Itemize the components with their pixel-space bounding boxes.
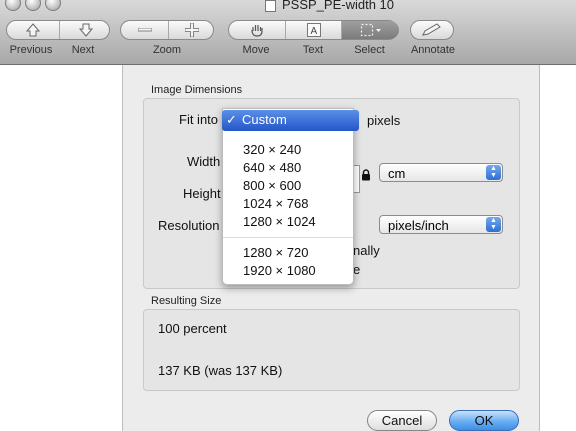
minus-icon [137,28,152,32]
up-arrow-icon [25,23,41,37]
size-unit-popup[interactable]: cm ▲ ▼ [379,163,503,182]
menu-item-320x240[interactable]: 320 × 240 [243,142,301,157]
size-unit-value: cm [388,166,406,181]
document-icon [265,0,276,12]
popup-arrows-icon: ▲ ▼ [486,165,501,180]
resample-label: e [353,262,361,277]
popup-arrows-icon: ▲ ▼ [486,217,501,232]
fit-into-unit-label: pixels [367,113,401,128]
fit-into-popup-selected[interactable]: ✓ Custom [222,110,359,131]
resolution-label: Resolution [158,218,220,233]
annotate-control [410,20,454,40]
text-label: Text [302,44,324,56]
menu-separator [223,237,353,238]
menu-item-1920x1080[interactable]: 1920 × 1080 [243,263,316,278]
zoom-out-button[interactable] [121,21,168,39]
menu-item-1024x768[interactable]: 1024 × 768 [243,196,308,211]
text-tool-button[interactable]: A [285,21,342,39]
minimize-window-button[interactable] [25,0,41,11]
tool-mode-control: A [228,20,399,40]
zoom-control [120,20,214,40]
ok-button[interactable]: OK [449,410,519,431]
cancel-button[interactable]: Cancel [367,410,437,431]
select-label: Select [354,44,385,56]
fit-into-value: Custom [242,112,287,127]
move-tool-button[interactable] [229,21,285,39]
zoom-window-button[interactable] [45,0,61,11]
menu-item-1280x720[interactable]: 1280 × 720 [243,245,308,260]
resulting-percent: 100 percent [158,321,227,336]
document-area-right [538,65,576,431]
previous-button[interactable] [7,21,59,39]
width-height-field-edge[interactable] [353,165,360,193]
move-label: Move [242,44,270,56]
checkmark-icon: ✓ [226,112,237,127]
zoom-in-button[interactable] [168,21,215,39]
svg-text:A: A [311,26,318,37]
zoom-label: Zoom [152,44,182,56]
previous-label: Previous [9,44,53,56]
resulting-file-size: 137 KB (was 137 KB) [158,363,283,378]
annotate-button[interactable] [411,21,453,39]
document-area-left [0,65,122,431]
window-titlebar: PSSP_PE-width 10 Previous Next Zoom A Mo… [0,0,576,65]
window-title: PSSP_PE-width 10 [282,0,395,12]
hand-icon [251,25,263,37]
down-arrow-icon [78,23,93,37]
selection-marquee-icon [360,23,381,37]
close-window-button[interactable] [5,0,21,11]
resolution-unit-popup[interactable]: pixels/inch ▲ ▼ [379,215,503,234]
menu-item-640x480[interactable]: 640 × 480 [243,160,301,175]
scale-proportionally-label: nally [353,243,380,258]
previous-next-control [6,20,110,40]
text-cursor-icon: A [307,23,321,37]
pencil-icon [422,23,441,36]
lock-icon[interactable] [361,169,371,181]
fit-into-label: Fit into [179,112,219,127]
fit-into-dropdown-menu: 320 × 240 640 × 480 800 × 600 1024 × 768… [222,108,354,285]
next-label: Next [71,44,95,56]
plus-icon [185,23,199,37]
image-dimensions-title: Image Dimensions [151,84,243,96]
annotate-label: Annotate [410,44,456,56]
menu-item-800x600[interactable]: 800 × 600 [243,178,301,193]
resulting-size-title: Resulting Size [151,295,222,307]
next-button[interactable] [59,21,111,39]
width-label: Width [187,154,221,169]
select-tool-button[interactable] [341,21,399,39]
menu-item-1280x1024[interactable]: 1280 × 1024 [243,214,316,229]
resolution-unit-value: pixels/inch [388,218,449,233]
height-label: Height [183,186,221,201]
